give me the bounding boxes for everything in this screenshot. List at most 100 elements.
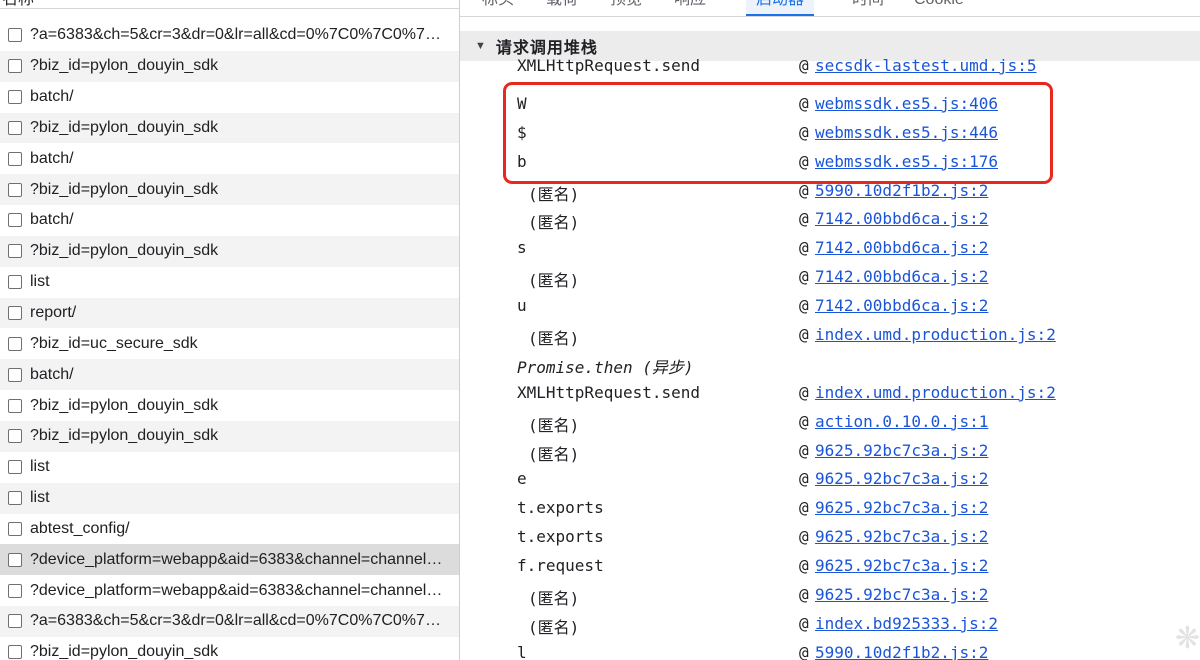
name-column-header[interactable]: 名称 (0, 0, 459, 9)
tab-5[interactable]: 时间 (852, 0, 884, 16)
request-checkbox[interactable] (8, 306, 22, 321)
request-name: list (30, 458, 50, 476)
stack-source-link[interactable]: 7142.00bbd6ca.js:2 (815, 296, 988, 315)
request-checkbox[interactable] (8, 59, 22, 74)
request-row[interactable]: batch/ (0, 205, 459, 236)
request-row[interactable]: ?a=6383&ch=5&cr=3&dr=0&lr=all&cd=0%7C0%7… (0, 606, 459, 637)
request-row[interactable]: batch/ (0, 359, 459, 391)
request-checkbox[interactable] (8, 367, 22, 382)
stack-source-link[interactable]: 5990.10d2f1b2.js:2 (815, 181, 988, 200)
request-checkbox[interactable] (8, 429, 22, 444)
request-row[interactable]: batch/ (0, 82, 459, 113)
request-row[interactable]: ?biz_id=pylon_douyin_sdk (0, 112, 459, 144)
stack-source-link[interactable]: 7142.00bbd6ca.js:2 (815, 209, 988, 228)
stack-function-name: W (517, 93, 527, 113)
stack-frame: (匿名) @7142.00bbd6ca.js:2 (460, 206, 1200, 235)
request-name: batch/ (30, 211, 74, 229)
stack-function-name: (匿名) (528, 444, 580, 464)
request-row[interactable]: list (0, 452, 459, 483)
tab-6[interactable]: Cookie (914, 0, 964, 16)
stack-source-link[interactable]: 9625.92bc7c3a.js:2 (815, 498, 988, 517)
stack-frame: XMLHttpRequest.send @ index.umd.production… (460, 380, 1200, 409)
request-checkbox[interactable] (8, 583, 22, 598)
request-row[interactable]: ?device_platform=webapp&aid=6383&channel… (0, 544, 459, 576)
request-checkbox[interactable] (8, 491, 22, 506)
stack-frame: XMLHttpRequest.send @ secsdk-lastest.umd.j… (460, 56, 1200, 91)
request-row[interactable]: ?biz_id=pylon_douyin_sdk (0, 174, 459, 206)
stack-function-name: (匿名) (528, 589, 580, 609)
tab-3[interactable]: 响应 (674, 0, 706, 16)
request-row[interactable]: abtest_config/ (0, 514, 459, 545)
stack-source-link[interactable]: index.umd.production.js:2 (815, 383, 1056, 402)
stack-frame: (匿名) @ index.umd.production.js:2 (460, 322, 1200, 351)
request-row[interactable]: ?biz_id=pylon_douyin_sdk (0, 420, 459, 452)
stack-source-link[interactable]: 7142.00bbd6ca.js:2 (815, 267, 988, 286)
request-row[interactable]: ?biz_id=pylon_douyin_sdk (0, 235, 459, 267)
stack-frame: t.exports @9625.92bc7c3a.js:2 (460, 524, 1200, 553)
request-name: batch/ (30, 149, 74, 167)
request-row[interactable]: list (0, 267, 459, 298)
request-row[interactable]: ?a=6383&ch=5&cr=3&dr=0&lr=all&cd=0%7C0%7… (0, 20, 459, 51)
watermark-logo-icon: ❋ (1174, 622, 1200, 655)
request-details-panel: 标头 载荷 预览 响应 启动器 时间 Cookie ▼ 请求调用堆栈 XMLHttpRequ… (460, 0, 1200, 660)
stack-source-link[interactable]: 9625.92bc7c3a.js:2 (815, 469, 988, 488)
tab-2[interactable]: 预览 (610, 0, 642, 16)
stack-frame: s @7142.00bbd6ca.js:2 (460, 235, 1200, 264)
request-checkbox[interactable] (8, 275, 22, 290)
stack-frame: $ @ webmssdk.es5.js:446 (460, 120, 1200, 149)
request-name: ?biz_id=pylon_douyin_sdk (30, 180, 219, 198)
request-name: ?a=6383&ch=5&cr=3&dr=0&lr=all&cd=0%7C0%7… (30, 26, 450, 44)
request-checkbox[interactable] (8, 244, 22, 259)
stack-source-link[interactable]: 9625.92bc7c3a.js:2 (815, 441, 988, 460)
request-checkbox[interactable] (8, 614, 22, 629)
stack-source-link[interactable]: action.0.10.0.js:1 (815, 412, 988, 431)
tab-0[interactable]: 标头 (482, 0, 514, 16)
tab-4[interactable]: 启动器 (746, 0, 815, 16)
request-row[interactable]: ?biz_id=pylon_douyin_sdk (0, 637, 459, 660)
request-checkbox[interactable] (8, 213, 22, 228)
request-checkbox[interactable] (8, 336, 22, 351)
request-checkbox[interactable] (8, 151, 22, 166)
request-checkbox[interactable] (8, 120, 22, 135)
stack-source-link[interactable]: 9625.92bc7c3a.js:2 (815, 556, 988, 575)
stack-source-link[interactable]: webmssdk.es5.js:176 (815, 152, 998, 171)
stack-source-link[interactable]: webmssdk.es5.js:406 (815, 94, 998, 113)
request-checkbox[interactable] (8, 552, 22, 567)
stack-source-link[interactable]: secsdk-lastest.umd.js:5 (815, 56, 1037, 75)
stack-source-link[interactable]: index.umd.production.js:2 (815, 325, 1056, 344)
request-row[interactable]: ?device_platform=webapp&aid=6383&channel… (0, 575, 459, 606)
request-checkbox[interactable] (8, 398, 22, 413)
stack-source-link[interactable]: 9625.92bc7c3a.js:2 (815, 527, 988, 546)
request-checkbox[interactable] (8, 90, 22, 105)
request-checkbox[interactable] (8, 645, 22, 660)
stack-source-link[interactable]: 7142.00bbd6ca.js:2 (815, 238, 988, 257)
stack-function-name: Promise.then (异步) (517, 357, 694, 377)
request-row[interactable]: batch/ (0, 143, 459, 174)
tab-1[interactable]: 载荷 (546, 0, 578, 16)
stack-source-link[interactable]: 5990.10d2f1b2.js:2 (815, 643, 988, 660)
collapse-triangle-icon[interactable]: ▼ (475, 40, 486, 52)
stack-at-sign: @ (799, 642, 809, 660)
request-row[interactable]: ?biz_id=pylon_douyin_sdk (0, 50, 459, 82)
request-row[interactable]: report/ (0, 297, 459, 329)
request-row[interactable]: list (0, 482, 459, 514)
stack-source-link[interactable]: index.bd925333.js:2 (815, 614, 998, 633)
stack-at-sign: @ (799, 267, 809, 287)
section-title: 请求调用堆栈 (495, 40, 598, 57)
stack-source-link[interactable]: webmssdk.es5.js:446 (815, 123, 998, 142)
stack-function-name: u (517, 296, 527, 316)
stack-at-sign: @ (799, 93, 809, 113)
request-checkbox[interactable] (8, 182, 22, 197)
request-row[interactable]: ?biz_id=pylon_douyin_sdk (0, 390, 459, 421)
stack-function-name: (匿名) (528, 184, 580, 204)
stack-frame: (匿名) @ index.bd925333.js:2 (460, 611, 1200, 640)
stack-function-name: (匿名) (528, 213, 580, 233)
request-checkbox[interactable] (8, 460, 22, 475)
devtools-network-panel: 名称 ?a=6383&ch=5&cr=3&dr=0&lr=all&cd=0%7C… (0, 0, 1200, 660)
stack-source-link[interactable]: 9625.92bc7c3a.js:2 (815, 585, 988, 604)
request-checkbox[interactable] (8, 28, 22, 43)
stack-frame: t.exports @9625.92bc7c3a.js:2 (460, 495, 1200, 524)
request-checkbox[interactable] (8, 521, 22, 536)
request-row[interactable]: ?biz_id=uc_secure_sdk (0, 328, 459, 359)
request-name: list (30, 489, 50, 507)
